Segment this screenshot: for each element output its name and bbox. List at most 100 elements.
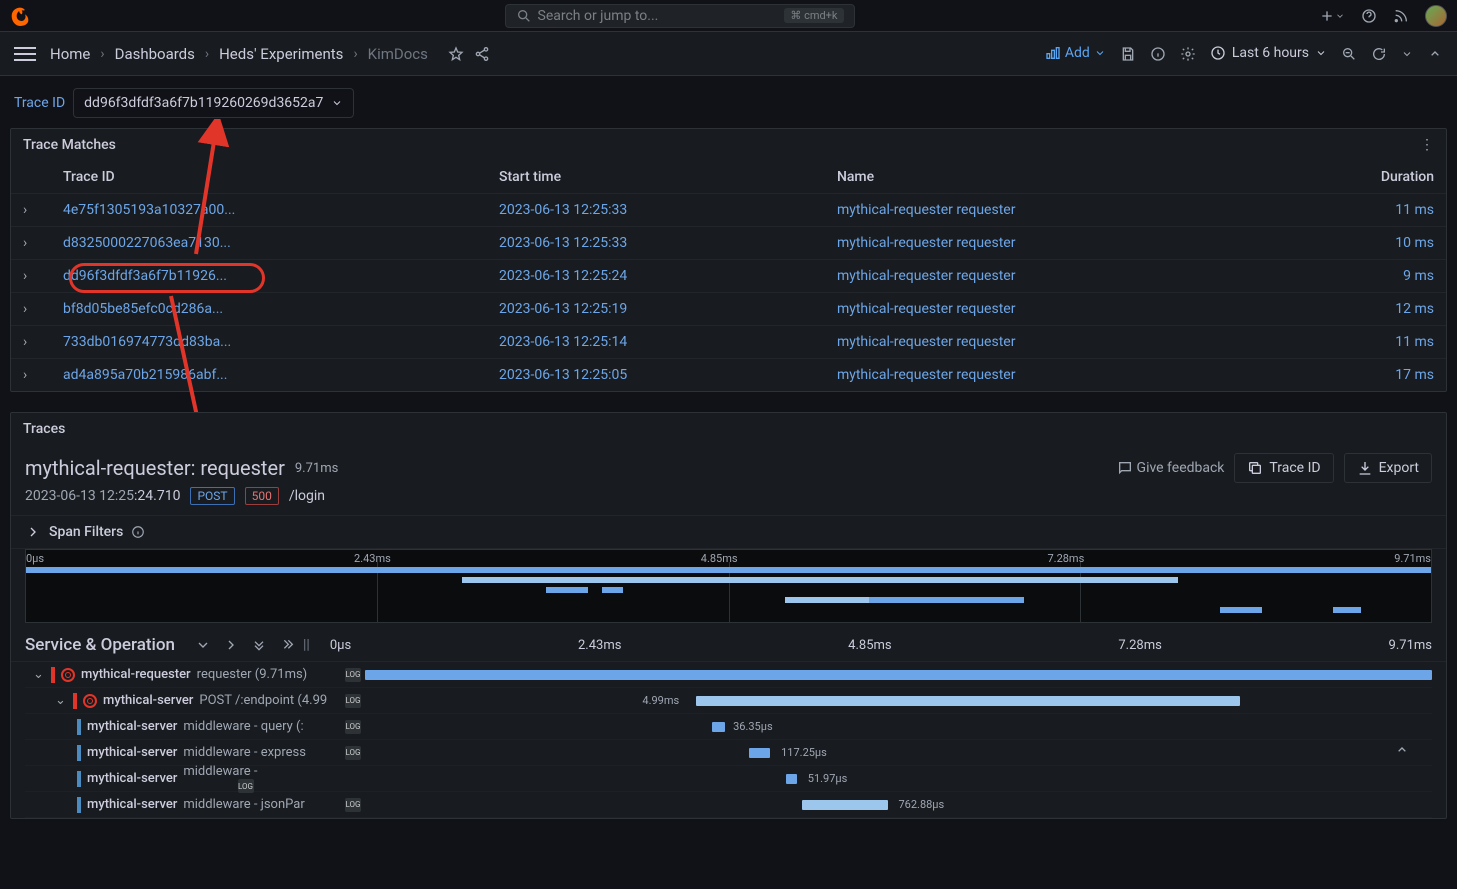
col-name[interactable]: Name bbox=[825, 161, 1275, 194]
trace-minimap[interactable]: 0µs 2.43ms 4.85ms 7.28ms 9.71ms bbox=[25, 549, 1432, 623]
save-icon[interactable] bbox=[1120, 45, 1136, 61]
cell-name[interactable]: mythical-requester requester bbox=[825, 326, 1275, 359]
span-bar[interactable] bbox=[365, 670, 1432, 680]
span-bar[interactable] bbox=[802, 800, 887, 810]
cell-name[interactable]: mythical-requester requester bbox=[825, 359, 1275, 392]
panel-menu-icon[interactable]: ⋮ bbox=[1420, 137, 1434, 153]
span-bar[interactable] bbox=[696, 696, 1240, 706]
var-trace-id[interactable]: dd96f3dfdf3a6f7b119260269d3652a7 bbox=[73, 88, 354, 118]
log-icon[interactable]: LOG bbox=[345, 668, 361, 682]
cell-name[interactable]: mythical-requester requester bbox=[825, 260, 1275, 293]
span-filters[interactable]: Span Filters bbox=[11, 515, 1446, 549]
span-service: mythical-server bbox=[87, 797, 177, 812]
span-bar[interactable] bbox=[712, 722, 725, 732]
span-duration-label: 762.88µs bbox=[899, 798, 945, 811]
expand-row-icon[interactable]: › bbox=[11, 359, 51, 392]
menu-toggle[interactable] bbox=[14, 43, 36, 65]
log-icon[interactable]: LOG bbox=[345, 694, 361, 708]
cell-trace-id[interactable]: 733db016974773dd83ba... bbox=[51, 326, 487, 359]
collapse-all-icon[interactable] bbox=[195, 637, 211, 653]
panel-trace-matches: Trace Matches ⋮ Trace ID Start time Name… bbox=[10, 128, 1447, 392]
span-row[interactable]: mythical-server middleware - express LOG… bbox=[25, 740, 1432, 766]
expand-row-icon[interactable]: › bbox=[11, 293, 51, 326]
span-row[interactable]: ⌄ mythical-requester requester (9.71ms) … bbox=[25, 662, 1432, 688]
info-icon[interactable] bbox=[1150, 45, 1166, 61]
crumb-dashboards[interactable]: Dashboards bbox=[115, 45, 195, 63]
give-feedback[interactable]: Give feedback bbox=[1117, 460, 1225, 476]
back-to-top[interactable] bbox=[1394, 742, 1410, 758]
span-service: mythical-server bbox=[87, 745, 177, 760]
cell-name[interactable]: mythical-requester requester bbox=[825, 227, 1275, 260]
cell-name[interactable]: mythical-requester requester bbox=[825, 293, 1275, 326]
table-row[interactable]: › bf8d05be85efc0cd286a... 2023-06-13 12:… bbox=[11, 293, 1446, 326]
refresh-icon[interactable] bbox=[1371, 45, 1387, 61]
span-operation: middleware - LOG bbox=[183, 764, 257, 793]
span-row[interactable]: mythical-server middleware - LOG 51.97µs bbox=[25, 766, 1432, 792]
cell-name[interactable]: mythical-requester requester bbox=[825, 194, 1275, 227]
cell-trace-id[interactable]: d8325000227063ea7130... bbox=[51, 227, 487, 260]
chevron-down-icon bbox=[331, 95, 343, 111]
caret-icon[interactable]: ⌄ bbox=[55, 693, 67, 708]
cell-trace-id[interactable]: ad4a895a70b215986abf... bbox=[51, 359, 487, 392]
expand-row-icon[interactable]: › bbox=[11, 194, 51, 227]
span-bar[interactable] bbox=[786, 774, 797, 784]
add-button[interactable]: Add bbox=[1045, 45, 1106, 61]
expand-icon[interactable] bbox=[223, 637, 239, 653]
share-icon[interactable] bbox=[474, 45, 490, 61]
span-row[interactable]: mythical-server middleware - query (: LO… bbox=[25, 714, 1432, 740]
info-icon bbox=[131, 524, 145, 540]
global-search[interactable]: Search or jump to... ⌘ cmd+k bbox=[505, 4, 855, 28]
table-row[interactable]: › d8325000227063ea7130... 2023-06-13 12:… bbox=[11, 227, 1446, 260]
traceid-button[interactable]: Trace ID bbox=[1234, 453, 1333, 483]
star-icon[interactable] bbox=[448, 45, 464, 61]
span-service: mythical-server bbox=[87, 719, 177, 734]
expand-row-icon[interactable]: › bbox=[11, 260, 51, 293]
service-color-chip bbox=[73, 693, 77, 709]
zoom-out-icon[interactable] bbox=[1341, 45, 1357, 61]
expand-row-icon[interactable]: › bbox=[11, 326, 51, 359]
span-service: mythical-server bbox=[103, 693, 193, 708]
http-status-badge: 500 bbox=[245, 487, 279, 505]
log-icon[interactable]: LOG bbox=[238, 779, 254, 793]
chevron-right-icon bbox=[25, 524, 41, 540]
col-start[interactable]: Start time bbox=[487, 161, 825, 194]
log-icon[interactable]: LOG bbox=[345, 720, 361, 734]
add-menu-icon[interactable] bbox=[1319, 7, 1345, 23]
export-button[interactable]: Export bbox=[1344, 453, 1432, 483]
refresh-interval-chevron[interactable] bbox=[1401, 45, 1413, 61]
table-row[interactable]: › 4e75f1305193a10327a00... 2023-06-13 12… bbox=[11, 194, 1446, 227]
cell-duration: 9 ms bbox=[1275, 260, 1446, 293]
collapse-icon[interactable] bbox=[1427, 45, 1443, 61]
cell-start: 2023-06-13 12:25:05 bbox=[487, 359, 825, 392]
expand-deep-icon[interactable] bbox=[279, 637, 295, 653]
log-icon[interactable]: LOG bbox=[345, 746, 361, 760]
time-picker[interactable]: Last 6 hours bbox=[1210, 45, 1327, 61]
crumb-home[interactable]: Home bbox=[50, 45, 90, 63]
span-bar[interactable] bbox=[749, 748, 770, 758]
cell-trace-id[interactable]: 4e75f1305193a10327a00... bbox=[51, 194, 487, 227]
table-row[interactable]: › ad4a895a70b215986abf... 2023-06-13 12:… bbox=[11, 359, 1446, 392]
span-duration-label: 51.97µs bbox=[808, 772, 848, 785]
span-row[interactable]: mythical-server middleware - jsonPar LOG… bbox=[25, 792, 1432, 818]
col-duration[interactable]: Duration bbox=[1275, 161, 1446, 194]
trace-timestamp: 2023-06-13 12:25:24.710 bbox=[25, 488, 180, 504]
crumb-folder[interactable]: Heds' Experiments bbox=[219, 45, 343, 63]
table-row[interactable]: › 733db016974773dd83ba... 2023-06-13 12:… bbox=[11, 326, 1446, 359]
table-row[interactable]: › dd96f3dfdf3a6f7b11926... 2023-06-13 12… bbox=[11, 260, 1446, 293]
caret-icon[interactable]: ⌄ bbox=[33, 667, 45, 682]
span-row[interactable]: ⌄ mythical-server POST /:endpoint (4.99 … bbox=[25, 688, 1432, 714]
log-icon[interactable]: LOG bbox=[345, 798, 361, 812]
expand-row-icon[interactable]: › bbox=[11, 227, 51, 260]
resize-handle[interactable]: || bbox=[303, 637, 310, 653]
trace-waterfall: ⌄ mythical-requester requester (9.71ms) … bbox=[11, 662, 1446, 818]
cell-trace-id[interactable]: dd96f3dfdf3a6f7b11926... bbox=[51, 260, 487, 293]
col-trace-id[interactable]: Trace ID bbox=[51, 161, 487, 194]
cell-trace-id[interactable]: bf8d05be85efc0cd286a... bbox=[51, 293, 487, 326]
collapse-deep-icon[interactable] bbox=[251, 637, 267, 653]
breadcrumb: Home› Dashboards› Heds' Experiments› Kim… bbox=[50, 45, 490, 63]
settings-icon[interactable] bbox=[1180, 45, 1196, 61]
user-avatar[interactable] bbox=[1425, 5, 1447, 27]
help-icon[interactable] bbox=[1361, 7, 1377, 23]
rss-icon[interactable] bbox=[1393, 7, 1409, 23]
http-method-badge: POST bbox=[190, 487, 234, 505]
